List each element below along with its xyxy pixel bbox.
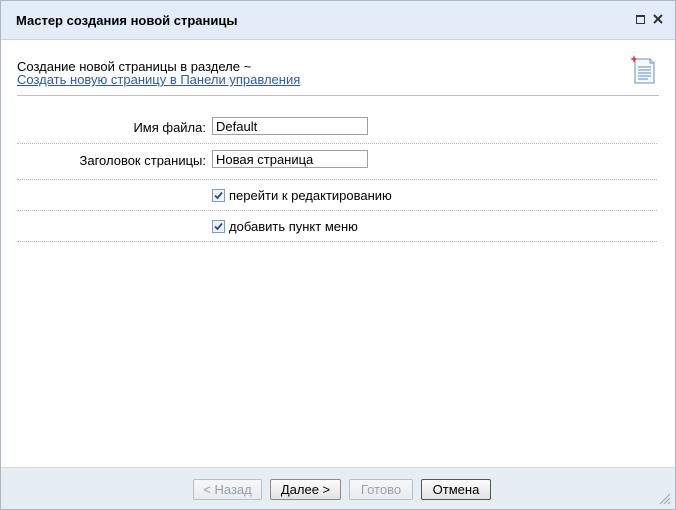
filename-input[interactable] — [212, 117, 368, 135]
checkmark-icon — [214, 222, 223, 231]
close-button[interactable] — [651, 12, 665, 26]
finish-button[interactable]: Готово — [349, 479, 413, 500]
page-title-input[interactable] — [212, 150, 368, 168]
wizard-footer: < Назад Далее > Готово Отмена — [1, 467, 675, 509]
titlebar[interactable]: Мастер создания новой страницы — [1, 1, 675, 40]
add-menu-item-option[interactable]: добавить пункт меню — [212, 219, 358, 234]
back-button[interactable]: < Назад — [193, 479, 262, 500]
maximize-button[interactable] — [633, 12, 647, 26]
checkmark-icon — [214, 191, 223, 200]
page-title-label: Заголовок страницы: — [79, 153, 207, 168]
control-panel-link[interactable]: Создать новую страницу в Панели управлен… — [17, 72, 300, 87]
filename-row: Имя файла: — [17, 112, 657, 144]
go-to-edit-label: перейти к редактированию — [229, 188, 392, 203]
dialog-title: Мастер создания новой страницы — [16, 13, 238, 28]
close-icon — [653, 14, 663, 24]
wizard-header: Создание новой страницы в разделе ~ Созд… — [1, 41, 675, 96]
new-page-icon — [630, 55, 656, 88]
add-menu-item-label: добавить пункт меню — [229, 219, 358, 234]
filename-label: Имя файла: — [133, 120, 206, 135]
add-menu-item-checkbox[interactable] — [212, 220, 225, 233]
go-to-edit-checkbox[interactable] — [212, 189, 225, 202]
go-to-edit-row: перейти к редактированию — [17, 180, 657, 211]
resize-grip-icon[interactable] — [658, 492, 671, 508]
page-title-row: Заголовок страницы: — [17, 145, 657, 180]
add-menu-item-row: добавить пункт меню — [17, 211, 657, 242]
next-button[interactable]: Далее > — [270, 479, 341, 500]
new-page-wizard-dialog: Мастер создания новой страницы Создание … — [0, 0, 676, 510]
cancel-button[interactable]: Отмена — [421, 479, 491, 500]
go-to-edit-option[interactable]: перейти к редактированию — [212, 188, 392, 203]
header-divider — [17, 95, 659, 96]
maximize-icon — [635, 14, 645, 24]
